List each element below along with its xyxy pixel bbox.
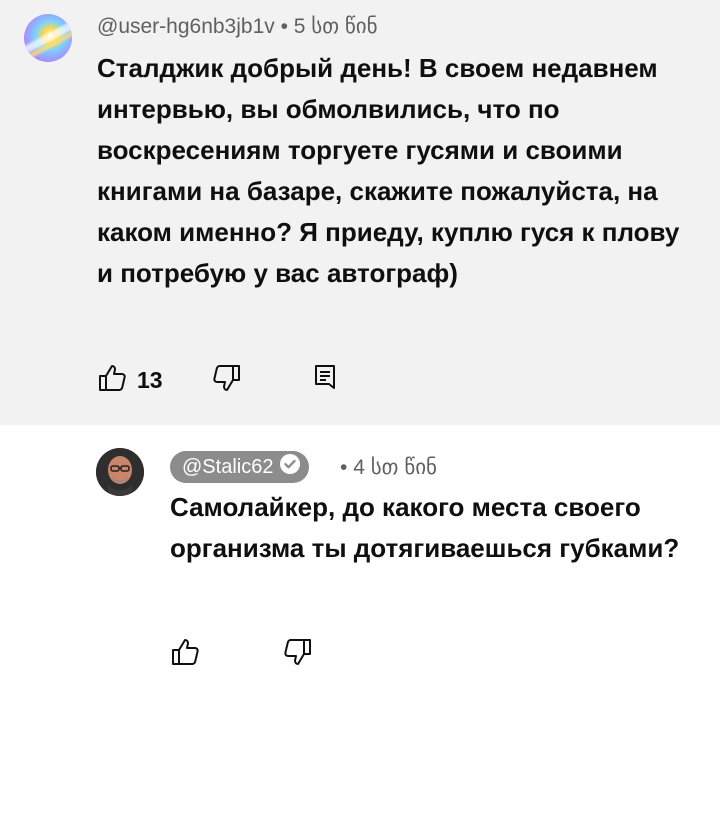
like-count: 13 (137, 367, 163, 393)
reply-time: 4 სთ წინ (353, 456, 438, 479)
reply-meta: • 4 სთ წინ (340, 455, 437, 480)
comment-meta: @user-hg6nb3jb1v • 5 სთ წინ (97, 14, 378, 39)
thumbs-up-icon (170, 636, 202, 673)
meta-separator: • (274, 15, 294, 38)
author-channel-chip[interactable]: @Stalic62 (170, 451, 310, 483)
reply-avatar[interactable] (96, 448, 144, 496)
comment-author[interactable]: @user-hg6nb3jb1v (97, 15, 275, 38)
reply-text: Самолайкер, до какого места своего орган… (170, 492, 680, 563)
like-button[interactable]: 13 (97, 362, 163, 399)
thumbs-down-icon (210, 362, 242, 399)
comment-card: @user-hg6nb3jb1v • 5 სთ წინ Сталджик доб… (0, 0, 720, 425)
reply-dislike-button[interactable] (281, 636, 313, 673)
comment-text: Сталджик добрый день! В своем недавнем и… (97, 53, 680, 288)
avatar[interactable] (24, 14, 72, 62)
meta-separator: • (340, 456, 354, 479)
comment-icon (309, 362, 341, 399)
reply-like-button[interactable] (170, 636, 202, 673)
reply-author: @Stalic62 (182, 455, 274, 478)
thumbs-down-icon (281, 636, 313, 673)
verified-check-icon (273, 453, 301, 481)
comment-time: 5 სთ წინ (293, 15, 378, 38)
dislike-button[interactable] (210, 362, 242, 399)
thumbs-up-icon (97, 362, 129, 399)
reply-button[interactable] (309, 362, 341, 399)
